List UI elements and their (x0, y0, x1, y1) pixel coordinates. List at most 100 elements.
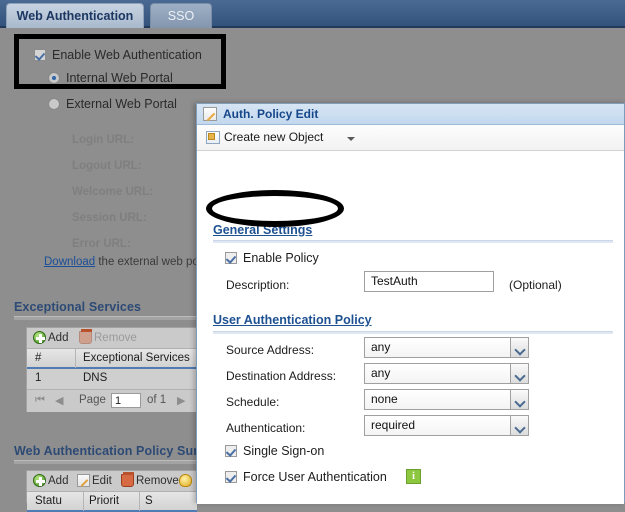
enable-web-auth-highlight (14, 34, 226, 89)
checkbox-indicator (225, 252, 237, 264)
authentication-select[interactable]: required (364, 415, 529, 436)
description-optional-hint: (Optional) (509, 278, 562, 292)
tab-strip: Web Authentication SSO (0, 0, 625, 28)
remove-label: Remove (136, 475, 179, 487)
exceptional-services-title: Exceptional Services (14, 300, 142, 314)
authentication-value: required (371, 418, 416, 432)
bulb-icon (179, 474, 192, 487)
prev-page-icon[interactable]: ◀ (55, 394, 63, 407)
info-icon[interactable]: i (406, 469, 421, 484)
enable-policy-label: Enable Policy (243, 251, 319, 265)
source-address-value: any (371, 340, 391, 354)
add-label: Add (48, 475, 69, 487)
chevron-down-icon[interactable] (510, 337, 529, 358)
page-input[interactable]: 1 (111, 393, 141, 408)
exceptional-services-header-row: # Exceptional Services (27, 349, 197, 369)
add-icon (33, 331, 46, 344)
edit-button[interactable]: Edit (77, 474, 112, 487)
radio-external-web-portal[interactable]: External Web Portal (48, 97, 177, 111)
column-header-service[interactable]: Exceptional Services (83, 352, 190, 364)
column-header-source[interactable]: S (145, 495, 153, 507)
hint-button[interactable] (179, 474, 194, 487)
force-user-auth-label: Force User Authentication (243, 470, 387, 484)
policy-summary-toolbar: Add Edit Remove (27, 471, 197, 492)
table-row[interactable]: 1 DNS (27, 369, 197, 389)
section-divider (213, 331, 613, 334)
exceptional-services-grid: Add Remove # Exceptional Services 1 DNS … (26, 327, 198, 412)
download-link[interactable]: Download (44, 256, 95, 268)
chevron-down-icon[interactable] (510, 363, 529, 384)
authentication-label: Authentication: (226, 421, 306, 435)
force-user-auth-checkbox[interactable]: Force User Authentication (225, 470, 387, 484)
trash-icon (121, 472, 134, 487)
column-divider (75, 349, 76, 368)
chevron-down-icon[interactable] (510, 389, 529, 410)
tab-sso[interactable]: SSO (150, 3, 212, 28)
description-input[interactable]: TestAuth (364, 271, 494, 292)
exceptional-services-pager: ⏮ ◀ Page 1 of 1 ▶ (27, 389, 197, 412)
column-header-index[interactable]: # (35, 352, 41, 364)
add-label: Add (48, 332, 69, 344)
source-address-label: Source Address: (226, 343, 315, 357)
add-button[interactable]: Add (33, 331, 68, 344)
create-new-object-button[interactable]: Create new Object (224, 130, 323, 144)
download-line-text: the external web po (98, 256, 199, 268)
enable-policy-highlight (206, 190, 344, 227)
logout-url-label: Logout URL: (72, 160, 142, 172)
enable-policy-checkbox[interactable]: Enable Policy (225, 251, 319, 265)
page-of-label: of 1 (147, 394, 167, 406)
description-label: Description: (226, 278, 290, 292)
download-portal-line: Download the external web po (44, 256, 199, 268)
radio-indicator (48, 98, 60, 110)
edit-icon (77, 474, 90, 487)
add-button[interactable]: Add (33, 474, 68, 487)
chevron-down-icon[interactable] (347, 137, 355, 141)
section-divider (14, 316, 199, 320)
column-divider (83, 492, 84, 511)
schedule-select[interactable]: none (364, 389, 529, 410)
checkbox-indicator (225, 471, 237, 483)
source-address-select[interactable]: any (364, 337, 529, 358)
single-sign-on-label: Single Sign-on (243, 444, 325, 458)
destination-address-label: Destination Address: (226, 369, 337, 383)
tab-web-authentication[interactable]: Web Authentication (6, 3, 144, 28)
welcome-url-label: Welcome URL: (72, 186, 153, 198)
section-divider (14, 460, 199, 464)
edit-label: Edit (92, 475, 112, 487)
first-page-icon[interactable]: ⏮ (35, 394, 45, 407)
column-header-priority[interactable]: Priorit (89, 495, 119, 507)
new-object-icon (206, 131, 220, 144)
external-web-portal-label: External Web Portal (66, 97, 177, 111)
checkbox-indicator (225, 445, 237, 457)
error-url-label: Error URL: (72, 238, 131, 250)
dialog-title-bar: Auth. Policy Edit (197, 104, 624, 125)
policy-summary-title: Web Authentication Policy Sum (14, 444, 205, 458)
single-sign-on-checkbox[interactable]: Single Sign-on (225, 444, 324, 458)
user-auth-policy-title: User Authentication Policy (213, 313, 372, 327)
destination-address-value: any (371, 366, 391, 380)
login-url-label: Login URL: (72, 134, 134, 146)
remove-button[interactable]: Remove (121, 472, 179, 487)
column-divider (139, 492, 140, 511)
cell-service: DNS (83, 372, 108, 384)
dialog-title: Auth. Policy Edit (223, 107, 319, 121)
policy-summary-header-row: Statu Priorit S (27, 492, 197, 512)
exceptional-services-toolbar: Add Remove (27, 328, 197, 349)
schedule-value: none (371, 392, 398, 406)
remove-button: Remove (79, 329, 137, 344)
chevron-down-icon[interactable] (510, 415, 529, 436)
policy-summary-grid: Add Edit Remove Statu Priorit S (26, 470, 198, 512)
dialog-toolbar: Create new Object (197, 125, 624, 151)
destination-address-select[interactable]: any (364, 363, 529, 384)
column-header-status[interactable]: Statu (35, 495, 62, 507)
page-label: Page (79, 394, 106, 406)
next-page-icon[interactable]: ▶ (177, 394, 185, 407)
remove-label: Remove (94, 332, 137, 344)
pencil-edit-icon (203, 107, 217, 121)
session-url-label: Session URL: (72, 212, 147, 224)
section-divider (213, 240, 613, 243)
add-icon (33, 474, 46, 487)
cell-index: 1 (35, 372, 42, 384)
auth-policy-edit-dialog: Auth. Policy Edit Create new Object Gene… (196, 103, 625, 504)
trash-icon (79, 329, 92, 344)
